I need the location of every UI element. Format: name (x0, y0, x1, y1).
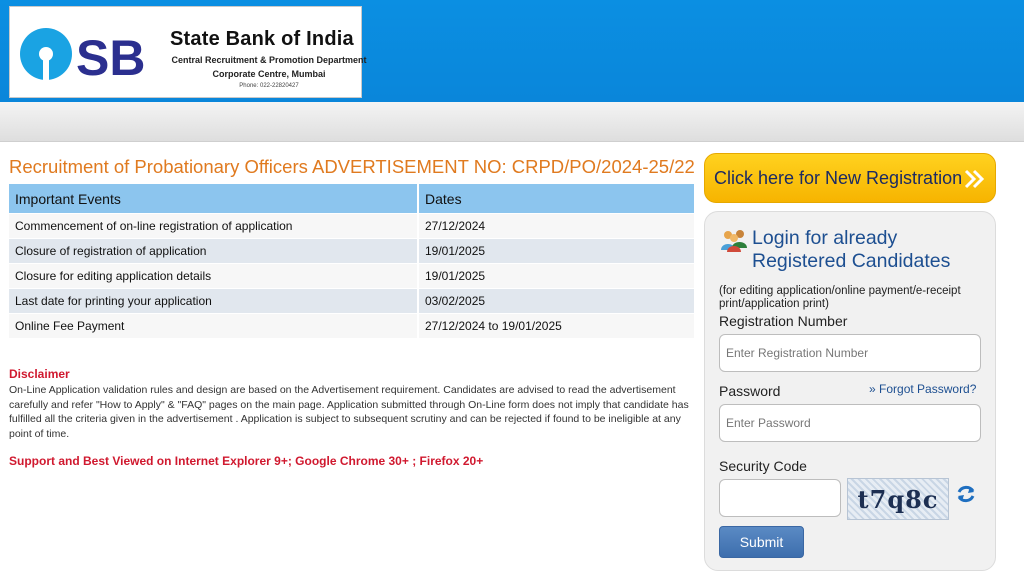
table-row: Closure of registration of application 1… (9, 239, 694, 263)
event-cell: Online Fee Payment (9, 314, 419, 338)
event-cell: Closure of registration of application (9, 239, 419, 263)
important-events-table: Important Events Dates Commencement of o… (9, 183, 694, 339)
column-header-events: Important Events (9, 184, 419, 213)
double-chevron-right-icon (964, 169, 985, 189)
disclaimer-title: Disclaimer (9, 367, 70, 381)
date-cell: 19/01/2025 (419, 239, 694, 263)
login-note: (for editing application/online payment/… (719, 285, 961, 310)
table-row: Closure for editing application details … (9, 264, 694, 288)
login-title: Login for already Registered Candidates (752, 227, 950, 273)
table-header-row: Important Events Dates (9, 184, 694, 213)
sbi-logo-banner: SBI State Bank of India Central Recruitm… (9, 6, 367, 98)
captcha-image: t7q8c (847, 478, 949, 520)
header-subbar (0, 102, 1024, 142)
date-cell: 19/01/2025 (419, 264, 694, 288)
double-chevron-icon: » (869, 382, 876, 396)
forgot-password-link[interactable]: » Forgot Password? (869, 382, 976, 396)
submit-button[interactable]: Submit (719, 526, 804, 558)
registration-number-label: Registration Number (719, 313, 848, 329)
department-name: Central Recruitment & Promotion Departme… (171, 55, 367, 65)
table-row: Online Fee Payment 27/12/2024 to 19/01/2… (9, 314, 694, 338)
new-registration-label: Click here for New Registration (714, 167, 963, 188)
corporate-centre: Corporate Centre, Mumbai (212, 69, 326, 79)
bank-name: State Bank of India (170, 28, 354, 50)
forgot-password-label: Forgot Password? (879, 382, 977, 396)
people-icon (721, 230, 747, 252)
browser-support-note: Support and Best Viewed on Internet Expl… (9, 454, 484, 468)
disclaimer-text: On-Line Application validation rules and… (9, 384, 689, 440)
date-cell: 27/12/2024 to 19/01/2025 (419, 314, 694, 338)
refresh-icon[interactable] (955, 483, 977, 505)
phone-number: Phone: 022-22820427 (239, 83, 299, 89)
registration-number-input[interactable] (719, 334, 981, 372)
password-label: Password (719, 383, 781, 399)
event-cell: Last date for printing your application (9, 289, 419, 313)
table-row: Commencement of on-line registration of … (9, 214, 694, 238)
event-cell: Commencement of on-line registration of … (9, 214, 419, 238)
new-registration-button[interactable]: Click here for New Registration (704, 153, 996, 203)
date-cell: 03/02/2025 (419, 289, 694, 313)
page-title: Recruitment of Probationary Officers ADV… (9, 156, 695, 177)
sbi-logo: SBI (20, 28, 148, 85)
column-header-dates: Dates (419, 184, 694, 213)
date-cell: 27/12/2024 (419, 214, 694, 238)
sbi-logo-text: SBI (76, 30, 148, 85)
login-title-line1: Login for already (752, 227, 898, 249)
security-code-label: Security Code (719, 458, 807, 474)
table-row: Last date for printing your application … (9, 289, 694, 313)
event-cell: Closure for editing application details (9, 264, 419, 288)
security-code-input[interactable] (719, 479, 841, 517)
page-header: SBI State Bank of India Central Recruitm… (0, 0, 1024, 102)
login-title-line2: Registered Candidates (752, 250, 951, 272)
login-panel: Login for already Registered Candidates … (704, 211, 996, 571)
captcha-text: t7q8c (857, 484, 939, 514)
password-input[interactable] (719, 404, 981, 442)
